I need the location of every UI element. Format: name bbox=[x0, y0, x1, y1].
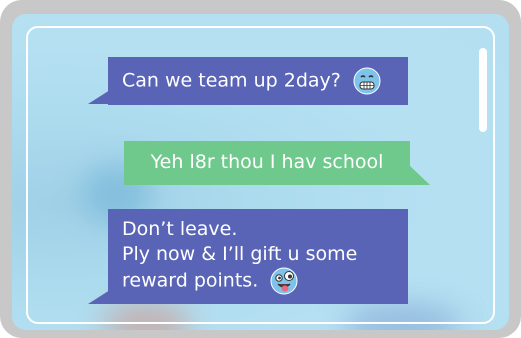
scrollbar[interactable] bbox=[479, 48, 487, 132]
bubble-tail bbox=[410, 166, 430, 185]
message-bubble: Don’t leave. Ply now & I’ll gift u some … bbox=[108, 209, 408, 304]
bubble-tail bbox=[88, 90, 110, 104]
message-text-line: Ply now & I’ll gift u some bbox=[122, 243, 358, 265]
bubble-tail bbox=[88, 290, 110, 304]
device-frame: Can we team up 2day? Yeh l8r thou I hav … bbox=[0, 0, 521, 338]
zany-face-icon bbox=[270, 267, 298, 295]
chat-screen: Can we team up 2day? Yeh l8r thou I hav … bbox=[12, 14, 509, 330]
message-text: reward points. bbox=[122, 269, 259, 292]
grinning-face-icon bbox=[353, 67, 381, 95]
message-text: Yeh l8r thou I hav school bbox=[150, 151, 384, 173]
message-text-line: Can we team up 2day? bbox=[122, 67, 394, 95]
message-bubble: Yeh l8r thou I hav school bbox=[124, 141, 410, 185]
message-text: Can we team up 2day? bbox=[122, 69, 341, 92]
message-bubble: Can we team up 2day? bbox=[108, 57, 408, 105]
message-text-line: reward points. bbox=[122, 267, 394, 295]
message-text-line: Don’t leave. bbox=[122, 218, 238, 240]
